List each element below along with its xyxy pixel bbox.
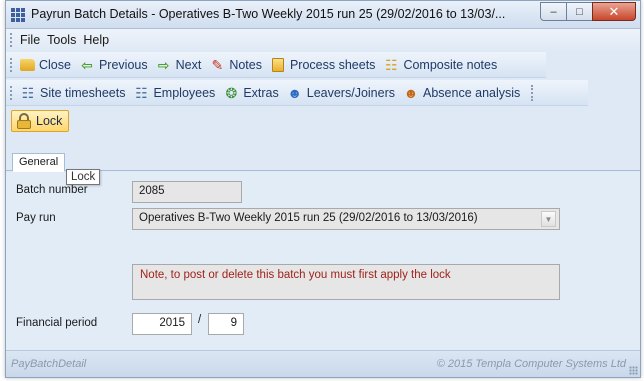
notes-button[interactable]: ✎ Notes <box>206 54 267 76</box>
lock-button[interactable]: Lock <box>11 110 70 132</box>
lock-note: Note, to post or delete this batch you m… <box>132 264 560 300</box>
payrun-batch-window: Payrun Batch Details - Operatives B-Two … <box>5 0 641 378</box>
close-window-button[interactable]: ✕ <box>592 2 636 21</box>
copyright-status: © 2015 Templa Computer Systems Ltd <box>436 358 626 370</box>
employees-button[interactable]: ☷ Employees <box>130 82 220 104</box>
form-name-status: PayBatchDetail <box>11 358 87 370</box>
toolbar-grip[interactable] <box>10 85 13 100</box>
pay-run-label: Pay run <box>16 212 56 224</box>
employees-label: Employees <box>153 85 216 100</box>
sheet-icon <box>270 57 286 73</box>
process-sheets-label: Process sheets <box>289 57 376 72</box>
leavers-joiners-label: Leavers/Joiners <box>306 85 395 100</box>
close-label: Close <box>39 57 71 72</box>
notes-label: Notes <box>229 57 262 72</box>
window-title: Payrun Batch Details - Operatives B-Two … <box>31 7 506 21</box>
status-bar: PayBatchDetail © 2015 Templa Computer Sy… <box>6 350 640 377</box>
menu-bar: File Tools Help <box>6 29 640 51</box>
period-separator: / <box>198 314 202 326</box>
composite-notes-icon: ☷ <box>385 56 398 73</box>
lock-tooltip: Lock <box>66 169 101 185</box>
minimize-icon: – <box>550 5 557 18</box>
site-timesheets-label: Site timesheets <box>40 85 126 100</box>
navigation-toolbar: Close ⇦ Previous ⇨ Next ✎ Notes Process … <box>6 52 546 78</box>
previous-label: Previous <box>98 57 148 72</box>
tab-general[interactable]: General <box>12 153 66 172</box>
lock-toolbar: Lock <box>6 108 640 134</box>
site-timesheets-button[interactable]: ☷ Site timesheets <box>17 82 130 104</box>
close-button[interactable]: Close <box>17 54 76 76</box>
maximize-icon: □ <box>576 5 583 18</box>
close-icon: ✕ <box>608 3 620 19</box>
employees-icon: ☷ <box>135 84 148 101</box>
financial-period-field[interactable]: 9 <box>208 313 244 335</box>
composite-notes-label: Composite notes <box>403 57 498 72</box>
absence-analysis-button[interactable]: ☻ Absence analysis <box>400 82 525 104</box>
financial-period-label: Financial period <box>16 317 98 329</box>
window-controls: – □ ✕ <box>540 2 636 21</box>
leavers-joiners-button[interactable]: ☻ Leavers/Joiners <box>284 82 400 104</box>
menu-grip[interactable] <box>10 33 13 47</box>
menu-help[interactable]: Help <box>80 33 112 47</box>
toolbar-grip[interactable] <box>10 57 13 72</box>
tab-strip: General <box>6 151 640 172</box>
batch-number-field[interactable]: 2085 <box>132 181 242 203</box>
process-sheets-button[interactable]: Process sheets <box>267 54 380 76</box>
app-grid-icon <box>11 8 25 22</box>
title-bar[interactable]: Payrun Batch Details - Operatives B-Two … <box>6 1 640 29</box>
financial-year-field[interactable]: 2015 <box>132 313 192 335</box>
absence-analysis-label: Absence analysis <box>423 85 521 100</box>
extras-button[interactable]: ❂ Extras <box>220 82 283 104</box>
minimize-button[interactable]: – <box>540 2 567 21</box>
leavers-joiners-icon: ☻ <box>287 84 303 101</box>
chevron-down-icon: ▼ <box>544 214 553 224</box>
pay-run-value: Operatives B-Two Weekly 2015 run 25 (29/… <box>139 212 478 224</box>
arrow-right-icon: ⇨ <box>157 56 170 73</box>
menu-file[interactable]: File <box>17 33 43 47</box>
lock-icon <box>16 113 32 129</box>
analysis-toolbar: ☷ Site timesheets ☷ Employees ❂ Extras ☻… <box>6 80 588 106</box>
absence-icon: ☻ <box>403 84 419 101</box>
resize-grip[interactable] <box>629 366 638 375</box>
batch-number-label: Batch number <box>16 184 88 196</box>
arrow-left-icon: ⇦ <box>81 56 93 73</box>
next-label: Next <box>175 57 202 72</box>
next-button[interactable]: ⇨ Next <box>153 54 207 76</box>
pay-run-dropdown-button[interactable]: ▼ <box>541 211 556 227</box>
extras-label: Extras <box>243 85 279 100</box>
pay-run-select[interactable]: Operatives B-Two Weekly 2015 run 25 (29/… <box>132 208 560 230</box>
lock-label: Lock <box>36 114 63 128</box>
extras-icon: ❂ <box>225 84 238 101</box>
previous-button[interactable]: ⇦ Previous <box>76 54 153 76</box>
timesheet-icon: ☷ <box>21 84 35 101</box>
folder-icon <box>20 58 35 71</box>
composite-notes-button[interactable]: ☷ Composite notes <box>380 54 502 76</box>
toolbar-overflow-grip[interactable] <box>531 84 534 101</box>
menu-tools[interactable]: Tools <box>44 33 79 47</box>
maximize-button[interactable]: □ <box>566 2 593 21</box>
general-panel: Batch number 2085 Pay run Operatives B-T… <box>6 172 640 350</box>
notes-icon: ✎ <box>211 56 224 73</box>
